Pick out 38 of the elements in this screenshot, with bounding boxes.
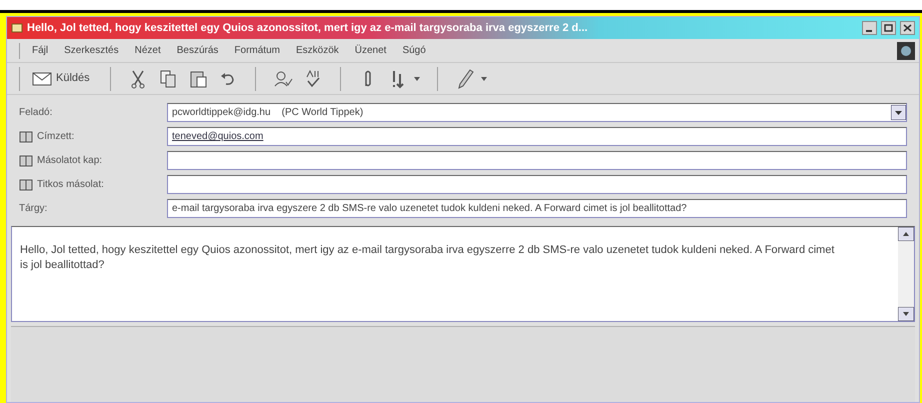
menu-item[interactable]: Eszközök (296, 43, 339, 58)
input-field[interactable] (167, 175, 907, 194)
menu-item[interactable]: Formátum (234, 43, 280, 58)
window-title: Hello, Jol tetted, hogy keszitettel egy Quios azonossitot, mert igy az e-mail targysoraba irva egyszerre 2 d... (27, 20, 589, 36)
maximize-button[interactable] (881, 21, 896, 35)
input-field[interactable]: e-mail targysoraba irva egyszere 2 db SMS-re valo uzenetet tudok kuldeni neked. A Forward cimet is jol beallitottad? (167, 199, 907, 218)
field-label: Tárgy: (19, 202, 48, 216)
address-book-icon[interactable] (19, 154, 33, 166)
menu-item[interactable]: Súgó (402, 43, 426, 58)
caret-icon[interactable] (412, 76, 421, 82)
address-book-icon[interactable] (19, 178, 33, 190)
close-button[interactable] (900, 21, 915, 35)
minimize-button[interactable] (862, 21, 877, 35)
address-book-icon[interactable] (19, 130, 33, 142)
caret-icon[interactable] (480, 76, 488, 82)
input-field[interactable] (167, 151, 907, 170)
maximize-icon (884, 24, 893, 32)
envelope-icon (11, 22, 23, 34)
field-label: Feladó: (19, 106, 52, 120)
sender-dropdown[interactable]: pcworldtippek@idg.hu (PC World Tippek) (167, 103, 907, 122)
field-label: Titkos másolat: (37, 178, 104, 192)
field-label: Címzett: (37, 130, 74, 144)
message-body[interactable]: Hello, Jol tetted, hogy keszitettel egy Quios azonossitot, mert igy az e-mail targysoraba irva egyszerre 2 db SMS-re valo uzenetet tudok kuldeni neked. A Forward cimet is jol beallitottad? (11, 226, 915, 322)
menu-item[interactable]: Fájl (32, 43, 48, 58)
scrollbar[interactable] (898, 227, 914, 321)
scroll-up-icon[interactable] (898, 227, 914, 241)
dropdown-arrow-icon[interactable] (891, 105, 906, 120)
menu-item[interactable]: Szerkesztés (64, 43, 119, 58)
menu-item[interactable]: Beszúrás (176, 43, 218, 58)
menu-item[interactable]: Üzenet (354, 43, 386, 58)
input-field[interactable]: teneved@quios.com (167, 127, 907, 146)
close-icon (903, 24, 912, 32)
send-button[interactable]: Küldés (28, 64, 94, 92)
field-label: Másolatot kap: (37, 154, 102, 168)
envelope-icon (32, 70, 52, 86)
logo-icon (897, 42, 915, 60)
menu-item[interactable]: Nézet (134, 43, 161, 58)
scroll-down-icon[interactable] (898, 307, 914, 321)
